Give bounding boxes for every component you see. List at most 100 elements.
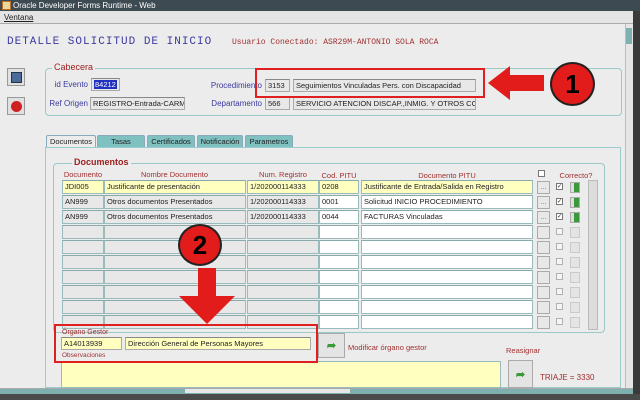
documento-pitu-cell[interactable]: [361, 225, 533, 239]
document-view-icon[interactable]: [570, 257, 580, 268]
document-view-icon[interactable]: [570, 212, 580, 223]
documento-cell[interactable]: [62, 255, 104, 269]
num-registro-cell[interactable]: 1/202000114333: [247, 195, 319, 209]
lookup-button[interactable]: ...: [537, 211, 550, 224]
cod-pitu-cell[interactable]: [319, 300, 359, 314]
cod-pitu-cell[interactable]: [319, 225, 359, 239]
lookup-button[interactable]: [537, 286, 550, 299]
modify-organo-button[interactable]: ➦: [318, 333, 345, 358]
ref-origen-field[interactable]: REGISTRO-Entrada-CARM:: [90, 97, 185, 110]
num-registro-cell[interactable]: [247, 270, 319, 284]
correcto-checkbox[interactable]: ✓: [556, 198, 563, 205]
correcto-checkbox[interactable]: [556, 303, 563, 310]
documento-pitu-cell[interactable]: FACTURAS Vinculadas: [361, 210, 533, 224]
document-view-icon[interactable]: [570, 197, 580, 208]
horizontal-scroll-thumb[interactable]: [185, 389, 350, 393]
lookup-button[interactable]: [537, 271, 550, 284]
document-view-icon[interactable]: [570, 287, 580, 298]
power-icon: [10, 100, 22, 112]
documento-cell[interactable]: [62, 240, 104, 254]
nombre-documento-cell[interactable]: Otros documentos Presentados: [104, 195, 246, 209]
documento-pitu-cell[interactable]: [361, 315, 533, 329]
num-registro-cell[interactable]: [247, 285, 319, 299]
num-registro-cell[interactable]: 1/202000114333: [247, 210, 319, 224]
departamento-name-field[interactable]: SERVICIO ATENCION DISCAP.,INMIG. Y OTROS…: [293, 97, 476, 110]
documento-pitu-cell[interactable]: [361, 285, 533, 299]
floppy-disk-icon: [10, 71, 22, 83]
cod-pitu-cell[interactable]: 0208: [319, 180, 359, 194]
correcto-checkbox[interactable]: [556, 228, 563, 235]
lookup-button[interactable]: ...: [537, 196, 550, 209]
documento-pitu-cell[interactable]: Justificante de Entrada/Salida en Regist…: [361, 180, 533, 194]
documento-cell[interactable]: [62, 225, 104, 239]
lookup-button[interactable]: [537, 241, 550, 254]
vertical-scroll-thumb[interactable]: [626, 28, 632, 44]
lookup-button[interactable]: [537, 226, 550, 239]
correcto-checkbox[interactable]: [556, 288, 563, 295]
save-button[interactable]: [7, 68, 25, 86]
lookup-button[interactable]: [537, 316, 550, 329]
nombre-documento-cell[interactable]: [104, 225, 246, 239]
correcto-checkbox[interactable]: [556, 273, 563, 280]
id-evento-field[interactable]: 84212: [91, 78, 120, 91]
documentos-label: Documentos: [72, 157, 131, 167]
documento-pitu-cell[interactable]: [361, 255, 533, 269]
correcto-checkbox[interactable]: [556, 318, 563, 325]
cod-pitu-cell[interactable]: [319, 270, 359, 284]
col-num-registro: Num. Registro: [259, 170, 307, 179]
annotation-highlight-box-2: [54, 324, 318, 363]
lookup-button[interactable]: [537, 256, 550, 269]
cod-pitu-cell[interactable]: [319, 285, 359, 299]
correcto-checkbox[interactable]: [556, 243, 563, 250]
cod-pitu-cell[interactable]: 0044: [319, 210, 359, 224]
cod-pitu-cell[interactable]: [319, 255, 359, 269]
document-view-icon[interactable]: [570, 242, 580, 253]
departamento-label: Departamento: [211, 99, 262, 108]
lookup-button[interactable]: ...: [537, 181, 550, 194]
cod-pitu-cell[interactable]: 0001: [319, 195, 359, 209]
documento-pitu-cell[interactable]: [361, 240, 533, 254]
documento-pitu-cell[interactable]: Solicitud INICIO PROCEDIMIENTO: [361, 195, 533, 209]
documento-cell[interactable]: [62, 285, 104, 299]
nombre-documento-cell[interactable]: [104, 255, 246, 269]
reasignar-button[interactable]: ➦: [508, 360, 533, 388]
cod-pitu-cell[interactable]: [319, 315, 359, 329]
nombre-documento-cell[interactable]: Otros documentos Presentados: [104, 210, 246, 224]
num-registro-cell[interactable]: 1/202000114333: [247, 180, 319, 194]
document-view-icon[interactable]: [570, 182, 580, 193]
nombre-documento-cell[interactable]: Justificante de presentación: [104, 180, 246, 194]
nombre-documento-cell[interactable]: [104, 240, 246, 254]
documento-cell[interactable]: JDI005: [62, 180, 104, 194]
menu-ventana[interactable]: Ventana: [4, 13, 33, 22]
num-registro-cell[interactable]: [247, 255, 319, 269]
num-registro-cell[interactable]: [247, 240, 319, 254]
table-scrollbar[interactable]: [588, 180, 598, 330]
documento-pitu-cell[interactable]: [361, 270, 533, 284]
document-view-icon[interactable]: [570, 272, 580, 283]
correcto-checkbox[interactable]: ✓: [556, 213, 563, 220]
documento-cell[interactable]: AN999: [62, 195, 104, 209]
correcto-checkbox[interactable]: [556, 258, 563, 265]
documento-cell[interactable]: AN999: [62, 210, 104, 224]
document-view-icon[interactable]: [570, 227, 580, 238]
documento-cell[interactable]: [62, 300, 104, 314]
exit-button[interactable]: [7, 97, 25, 115]
green-arrow-icon: ➦: [326, 340, 337, 352]
departamento-code-field[interactable]: 566: [265, 97, 290, 110]
correcto-checkbox[interactable]: ✓: [556, 183, 563, 190]
documento-cell[interactable]: [62, 270, 104, 284]
page-title: DETALLE SOLICITUD DE INICIO: [7, 36, 213, 48]
select-all-checkbox[interactable]: [538, 170, 545, 177]
document-view-icon[interactable]: [570, 317, 580, 328]
reasignar-label: Reasignar: [506, 346, 541, 355]
window-vertical-scrollbar[interactable]: [625, 24, 633, 388]
document-view-icon[interactable]: [570, 302, 580, 313]
num-registro-cell[interactable]: [247, 225, 319, 239]
documento-pitu-cell[interactable]: [361, 300, 533, 314]
col-correcto: Correcto?: [559, 171, 593, 180]
observaciones-textarea[interactable]: [61, 361, 501, 388]
lookup-button[interactable]: [537, 301, 550, 314]
cod-pitu-cell[interactable]: [319, 240, 359, 254]
num-registro-cell[interactable]: [247, 300, 319, 314]
taskbar: [0, 394, 640, 400]
